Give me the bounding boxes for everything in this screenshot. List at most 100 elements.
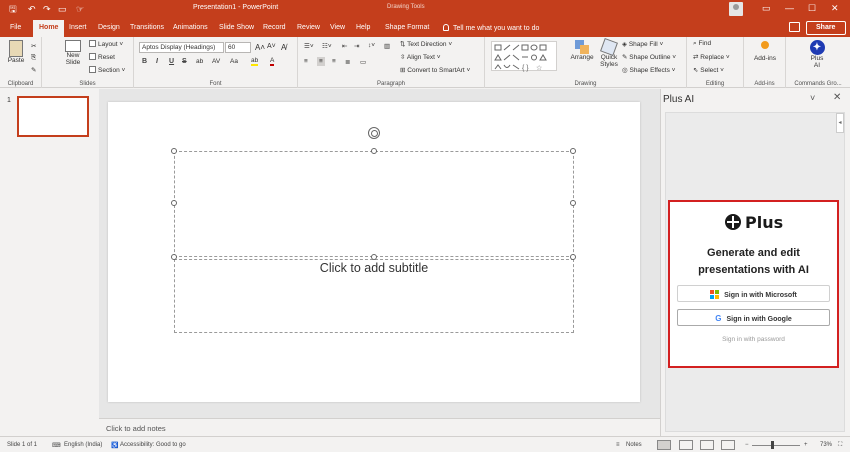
layout-button[interactable]: Layout ˅: [89, 40, 123, 48]
text-direction-button[interactable]: ⇅ Text Direction ˅: [400, 40, 452, 48]
paste-button[interactable]: Paste: [4, 40, 28, 64]
tab-slide-show[interactable]: Slide Show: [219, 24, 254, 31]
font-face-select[interactable]: Aptos Display (Headings): [139, 42, 224, 53]
slideshow-view-icon[interactable]: [721, 440, 735, 450]
align-text-button[interactable]: ⇳ Align Text ˅: [400, 53, 441, 61]
sign-in-microsoft-button[interactable]: Sign in with Microsoft: [677, 285, 830, 302]
decrease-indent-icon[interactable]: ⇤: [342, 42, 347, 50]
zoom-level[interactable]: 73%: [820, 442, 832, 448]
slide-thumbnail[interactable]: [17, 96, 89, 137]
increase-font-icon[interactable]: A˄: [255, 43, 265, 52]
accessibility-status[interactable]: Accessibility: Good to go: [120, 442, 186, 448]
language-icon[interactable]: ⌨: [52, 442, 61, 449]
tab-review[interactable]: Review: [297, 24, 320, 31]
zoom-slider-thumb[interactable]: [771, 441, 774, 449]
addins-button[interactable]: Add-ins: [749, 41, 781, 62]
replace-button[interactable]: ⇄ Replace ˅: [693, 53, 730, 61]
minimize-icon[interactable]: —: [785, 3, 794, 13]
accessibility-icon[interactable]: ♿: [111, 442, 118, 449]
resize-handle[interactable]: [171, 200, 177, 206]
ribbon-display-icon[interactable]: ▭: [762, 3, 771, 14]
font-size-select[interactable]: 60: [225, 42, 251, 53]
justify-icon[interactable]: ≣: [345, 58, 350, 66]
shape-outline-button[interactable]: ✎ Shape Outline ˅: [622, 53, 676, 61]
normal-view-icon[interactable]: [657, 440, 671, 450]
plus-ai-ribbon-button[interactable]: ✦ Plus AI: [802, 40, 832, 69]
notes-button[interactable]: Notes: [626, 442, 642, 448]
distributed-icon[interactable]: ▭: [360, 58, 366, 66]
increase-indent-icon[interactable]: ⇥: [354, 42, 359, 50]
arrange-button[interactable]: Arrange: [569, 40, 595, 61]
convert-smartart-button[interactable]: ⊞ Convert to SmartArt ˅: [400, 66, 470, 74]
tab-insert[interactable]: Insert: [69, 24, 87, 31]
sign-in-password-link[interactable]: Sign in with password: [668, 336, 839, 343]
resize-handle[interactable]: [570, 148, 576, 154]
tab-record[interactable]: Record: [263, 24, 286, 31]
font-color-icon[interactable]: A: [270, 57, 275, 66]
collapse-arrow-icon[interactable]: ◂: [836, 113, 844, 133]
maximize-icon[interactable]: ☐: [808, 3, 816, 14]
undo-icon[interactable]: ↶: [28, 3, 36, 15]
italic-button[interactable]: I: [156, 58, 158, 65]
shapes-gallery[interactable]: { } ☆: [491, 41, 557, 72]
slide-sorter-icon[interactable]: [679, 440, 693, 450]
title-placeholder[interactable]: [174, 151, 574, 257]
resize-handle[interactable]: [371, 148, 377, 154]
resize-handle[interactable]: [570, 200, 576, 206]
bold-button[interactable]: B: [142, 58, 147, 65]
align-left-icon[interactable]: ≡: [304, 58, 308, 65]
resize-handle[interactable]: [171, 254, 177, 260]
change-case-icon[interactable]: Aa: [230, 58, 238, 65]
reading-view-icon[interactable]: [700, 440, 714, 450]
zoom-slider[interactable]: [752, 445, 800, 446]
cut-icon[interactable]: ✂: [31, 42, 36, 50]
align-right-icon[interactable]: ≡: [332, 58, 336, 65]
numbering-icon[interactable]: ☷˅: [322, 42, 332, 50]
character-spacing-icon[interactable]: AV: [212, 58, 220, 65]
align-center-icon[interactable]: ≡: [317, 57, 325, 66]
quick-styles-button[interactable]: Quick Styles: [597, 38, 621, 68]
clear-formatting-icon[interactable]: A̸: [281, 43, 286, 52]
close-icon[interactable]: ✕: [831, 3, 839, 14]
resize-handle[interactable]: [171, 148, 177, 154]
new-slide-button[interactable]: New Slide: [62, 40, 84, 66]
columns-icon[interactable]: ▥: [384, 42, 390, 50]
tell-me-search[interactable]: Tell me what you want to do: [443, 24, 539, 32]
pane-options-chevron-icon[interactable]: ˅: [810, 93, 815, 103]
comments-icon[interactable]: [789, 22, 800, 32]
format-painter-icon[interactable]: ✎: [31, 66, 36, 74]
subtitle-placeholder-text[interactable]: Click to add subtitle: [174, 261, 574, 275]
present-icon[interactable]: ▭: [58, 3, 67, 15]
shape-effects-button[interactable]: ◎ Shape Effects ˅: [622, 66, 675, 74]
highlight-icon[interactable]: ab: [251, 57, 259, 66]
copy-icon[interactable]: ⎘: [31, 54, 36, 62]
decrease-font-icon[interactable]: A˅: [267, 43, 276, 50]
pane-close-icon[interactable]: ✕: [833, 92, 841, 103]
tab-transitions[interactable]: Transitions: [130, 24, 164, 31]
select-button[interactable]: ⇖ Select ˅: [693, 66, 724, 74]
zoom-in-icon[interactable]: +: [804, 442, 808, 448]
underline-button[interactable]: U: [169, 58, 174, 65]
reset-button[interactable]: Reset: [89, 53, 115, 61]
save-icon[interactable]: 🖫: [9, 3, 17, 15]
find-button[interactable]: ⌕ Find: [693, 40, 711, 48]
fit-slide-icon[interactable]: ⛶: [838, 442, 842, 449]
bullets-icon[interactable]: ☰˅: [304, 42, 314, 50]
zoom-out-icon[interactable]: −: [745, 442, 749, 448]
sign-in-google-button[interactable]: G Sign in with Google: [677, 309, 830, 326]
notes-placeholder[interactable]: Click to add notes: [106, 424, 166, 433]
notes-pane[interactable]: [99, 418, 660, 436]
strikethrough-button[interactable]: S: [182, 58, 187, 65]
rotate-handle-icon[interactable]: [368, 127, 380, 139]
resize-handle[interactable]: [371, 254, 377, 260]
notes-icon[interactable]: ≡: [616, 442, 620, 448]
tab-home[interactable]: Home: [33, 20, 65, 37]
tab-animations[interactable]: Animations: [173, 24, 208, 31]
tab-view[interactable]: View: [330, 24, 345, 31]
tab-design[interactable]: Design: [98, 24, 120, 31]
avatar[interactable]: [729, 2, 743, 16]
redo-icon[interactable]: ↷: [43, 3, 51, 15]
line-spacing-icon[interactable]: ↕˅: [368, 42, 375, 49]
tab-help[interactable]: Help: [356, 24, 370, 31]
shape-fill-button[interactable]: ◈ Shape Fill ˅: [622, 40, 663, 48]
